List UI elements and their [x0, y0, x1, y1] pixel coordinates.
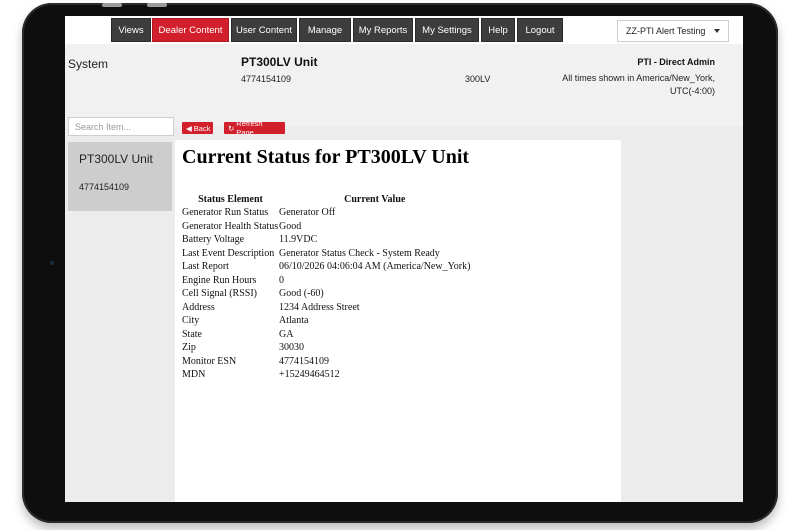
status-value: Good (-60): [279, 288, 324, 299]
status-title: Current Status for PT300LV Unit: [182, 146, 470, 168]
unit-card[interactable]: PT300LV Unit 4774154109: [68, 142, 172, 211]
status-key: Generator Health Status: [182, 220, 279, 232]
table-row: Engine Run Hours 0: [182, 274, 470, 288]
status-key: Address: [182, 301, 215, 313]
status-panel: Current Status for PT300LV Unit Status E…: [175, 140, 621, 502]
back-button-label: Back: [193, 123, 211, 133]
organization-select-value: ZZ-PTI Alert Testing: [626, 26, 706, 36]
camera-dot: [50, 261, 54, 265]
nav-user-content-button[interactable]: User Content: [231, 18, 297, 42]
status-key: Zip: [182, 342, 196, 353]
unit-model: 300LV: [465, 74, 491, 84]
status-value: GA: [279, 328, 294, 340]
organization-select[interactable]: ZZ-PTI Alert Testing: [617, 20, 729, 42]
status-value: Generator Status Check - System Ready: [279, 247, 440, 259]
nav-dealer-content-button[interactable]: Dealer Content: [152, 18, 229, 42]
chevron-down-icon: [714, 29, 720, 33]
status-key: Monitor ESN: [182, 355, 237, 367]
table-row: Last Event Description Generator Status C…: [182, 247, 470, 261]
status-key: MDN: [182, 369, 206, 380]
status-value: 4774154109: [279, 355, 329, 367]
tablet-button: [147, 3, 167, 7]
table-row: Generator Health Status Good: [182, 220, 470, 234]
tablet-button: [102, 3, 122, 7]
status-key: City: [182, 315, 200, 326]
nav-help-button[interactable]: Help: [481, 18, 515, 42]
status-key: Last Event Description: [182, 247, 275, 259]
nav-logout-button[interactable]: Logout: [517, 18, 563, 42]
table-row: State GA: [182, 328, 470, 342]
search-input[interactable]: [68, 117, 174, 136]
app-screen: Views Dealer Content User Content Manage…: [65, 16, 743, 502]
status-value: 11.9VDC: [279, 234, 318, 245]
status-value: 1234 Address Street: [279, 301, 360, 313]
unit-esn: 4774154109: [241, 74, 292, 84]
refresh-button-label: Refresh Page: [236, 119, 263, 137]
table-row: Generator Run Status Generator Off: [182, 206, 470, 220]
table-row: Cell Signal (RSSI) Good (-60): [182, 287, 470, 301]
status-table: Status Element Current Value Generator R…: [182, 193, 470, 382]
status-value: Atlanta: [279, 315, 309, 326]
table-row: Last Report 06/10/2026 04:06:04 AM (Ameri…: [182, 260, 470, 274]
top-nav-bar: Views Dealer Content User Content Manage…: [65, 16, 743, 44]
unit-card-esn: 4774154109: [79, 182, 130, 192]
table-row: Zip 30030: [182, 341, 470, 355]
status-table-header: Status Element Current Value: [182, 193, 470, 206]
nav-my-reports-button[interactable]: My Reports: [353, 18, 413, 42]
status-key: Generator Run Status: [182, 207, 269, 218]
status-value: 06/10/2026 04:06:04 AM (America/New_York…: [279, 261, 471, 272]
status-key: State: [182, 328, 202, 340]
refresh-icon: ↻: [228, 123, 235, 133]
column-header-element: Status Element: [198, 194, 263, 205]
status-key: Cell Signal (RSSI): [182, 288, 258, 299]
arrow-left-icon: ◀: [186, 123, 192, 133]
table-row: City Atlanta: [182, 314, 470, 328]
table-row: Address 1234 Address Street: [182, 301, 470, 315]
status-key: Last Report: [182, 261, 229, 272]
column-header-value: Current Value: [344, 194, 406, 205]
table-row: Monitor ESN 4774154109: [182, 355, 470, 369]
status-value: Generator Off: [279, 207, 336, 218]
unit-name: PT300LV Unit: [241, 55, 318, 69]
status-key: Battery Voltage: [182, 234, 245, 245]
table-row: MDN +15249464512: [182, 368, 470, 382]
status-value: 30030: [279, 342, 304, 353]
refresh-page-button[interactable]: ↻ Refresh Page: [224, 119, 285, 137]
section-label: System: [68, 57, 109, 71]
status-value: 0: [279, 274, 284, 286]
status-value: Good: [279, 220, 302, 232]
status-key: Engine Run Hours: [182, 274, 257, 286]
nav-my-settings-button[interactable]: My Settings: [415, 18, 479, 42]
timezone-note: All times shown in America/New_York, UTC…: [562, 73, 715, 96]
user-role: PTI - Direct Admin: [637, 57, 715, 67]
nav-views-button[interactable]: Views: [111, 18, 151, 42]
status-value: +15249464512: [279, 369, 340, 380]
unit-card-title: PT300LV Unit: [79, 152, 153, 166]
nav-manage-button[interactable]: Manage: [299, 18, 351, 42]
table-row: Battery Voltage 11.9VDC: [182, 233, 470, 247]
back-button[interactable]: ◀ Back: [182, 122, 213, 134]
